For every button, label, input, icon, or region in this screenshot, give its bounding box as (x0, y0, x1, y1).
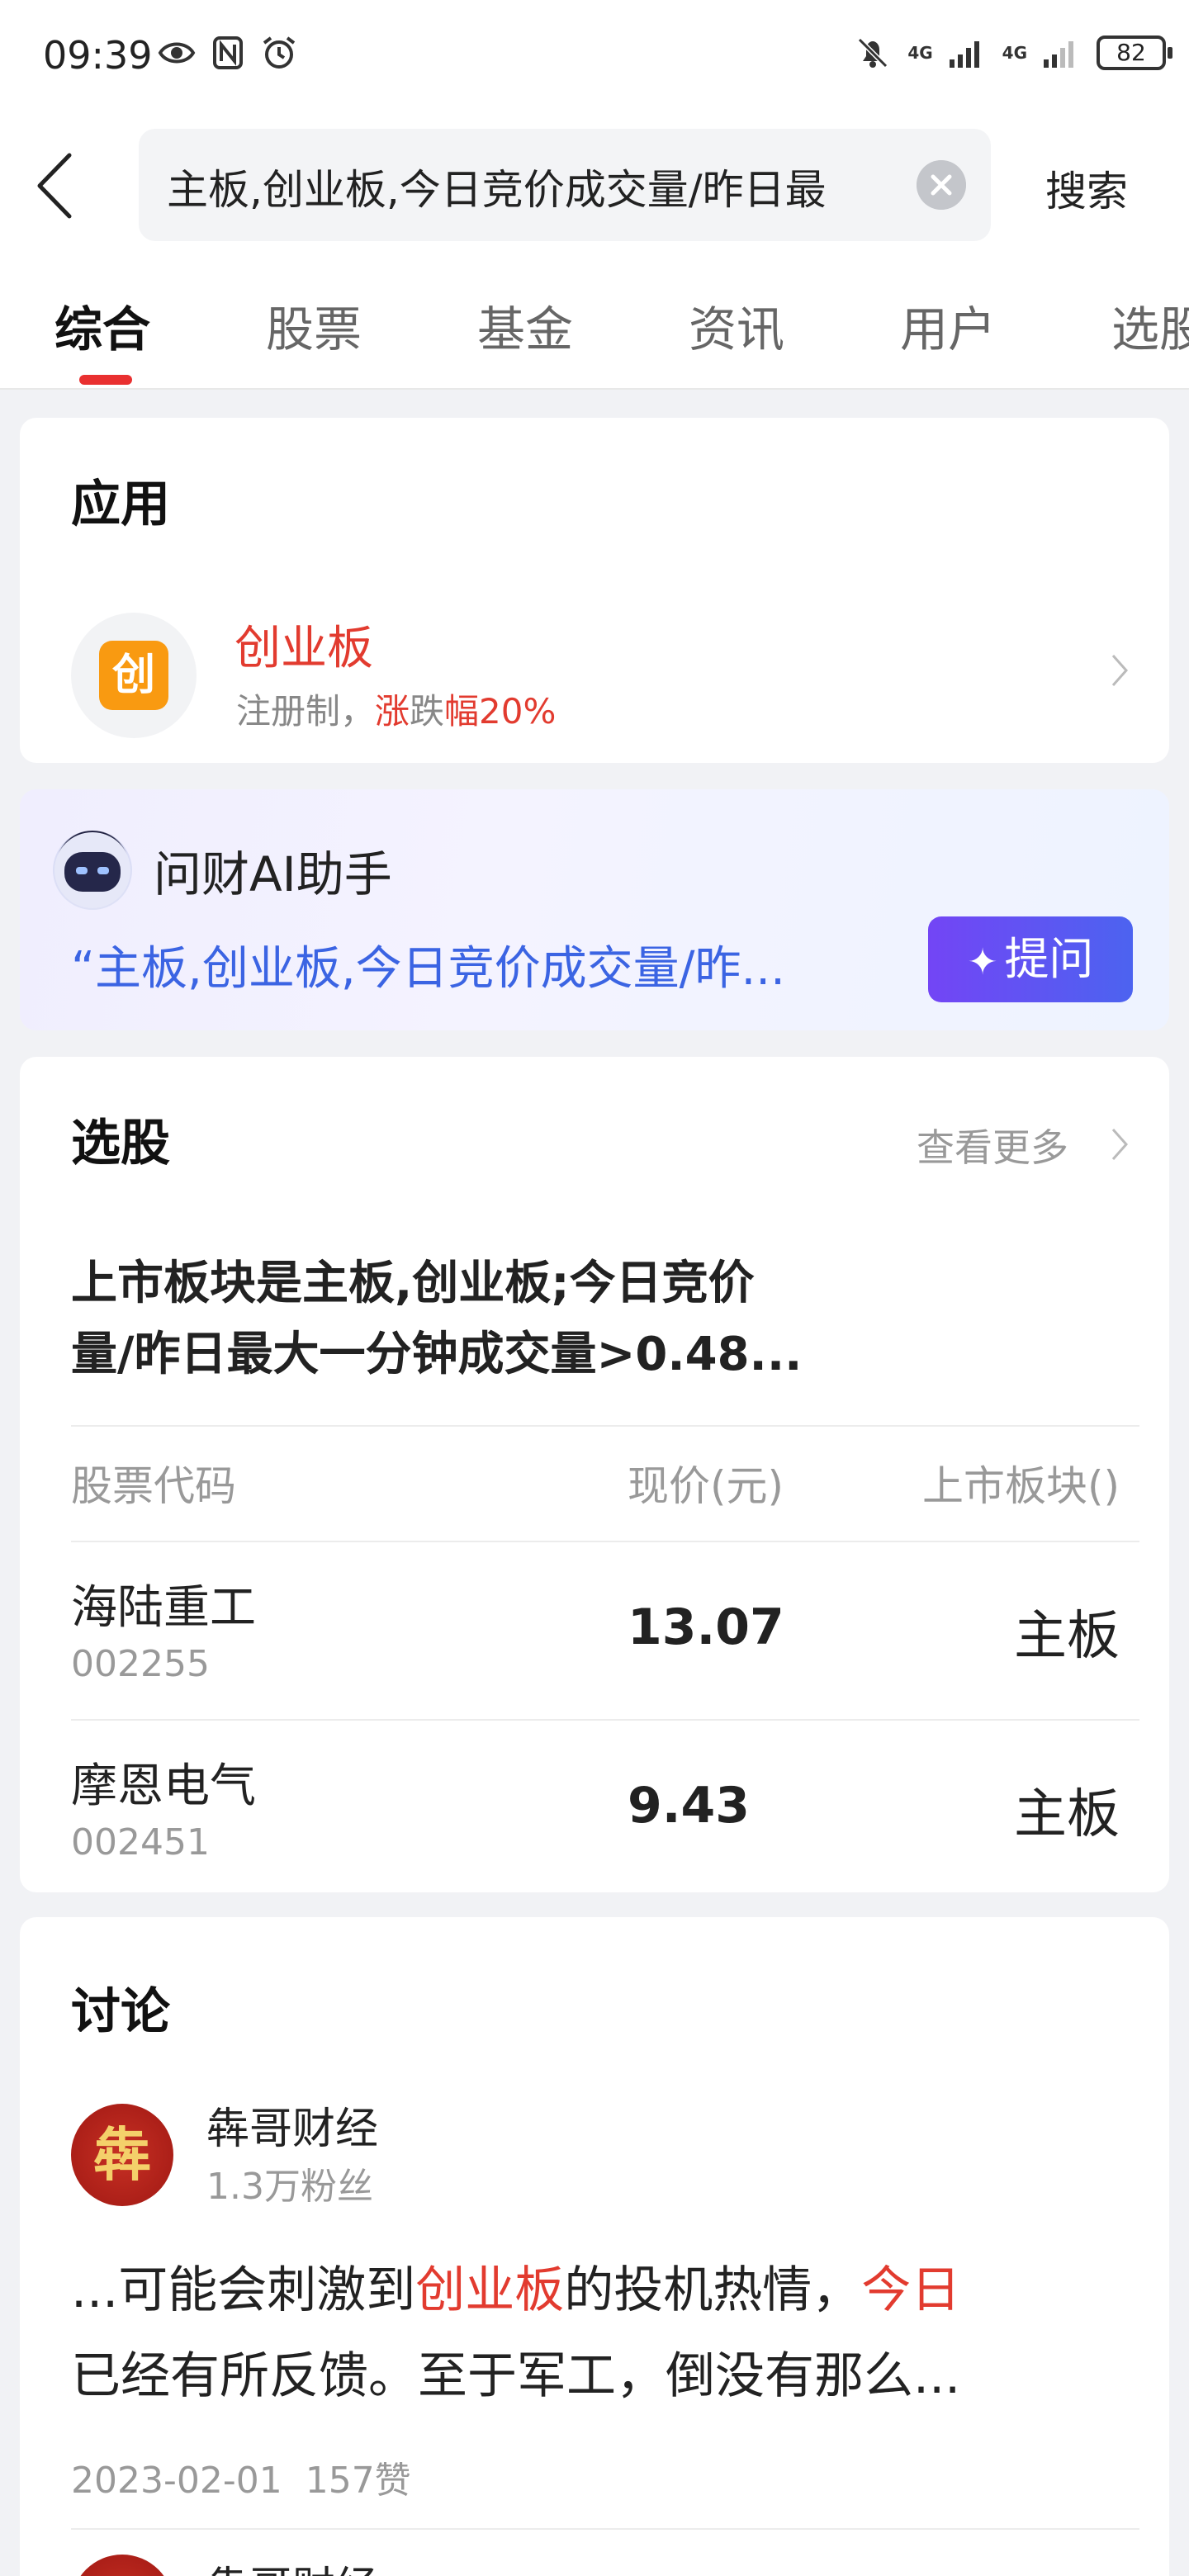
sparkle-icon: ✦ (967, 941, 998, 983)
tab-funds[interactable]: 基金 (477, 291, 573, 360)
tab-users[interactable]: 用户 (900, 291, 996, 360)
stock-query-text[interactable]: 上市板块是主板,创业板;今日竞价 量/昨日最大一分钟成交量>0.48... (71, 1248, 897, 1390)
tab-comprehensive[interactable]: 综合 (54, 291, 150, 360)
stock-pick-title: 选股 (71, 1115, 170, 1172)
author-fans-count: 1.3万粉丝 (206, 2166, 373, 2208)
discussion-title: 讨论 (71, 1983, 170, 2041)
post-text-a: ...可能会刺激到 (71, 2261, 416, 2319)
divider (71, 1425, 1139, 1427)
app-desc-suffix: 幅20% (444, 691, 557, 732)
post-date: 2023-02-01 (71, 2460, 282, 2502)
signal-icon-2 (1044, 41, 1073, 68)
app-desc-red: 涨 (375, 691, 410, 732)
author-avatar[interactable] (71, 2555, 173, 2576)
robot-icon (53, 831, 132, 910)
search-query-text[interactable]: 主板,创业板,今日竞价成交量/昨日最 (167, 157, 893, 216)
author-avatar[interactable]: 犇 (71, 2104, 173, 2206)
stock-pick-card: 选股 查看更多 上市板块是主板,创业板;今日竞价 量/昨日最大一分钟成交量>0.… (20, 1057, 1169, 1892)
post-content[interactable]: ...可能会刺激到创业板的投机热情，今日已经有所反馈。至于军工，倒没有那么... (71, 2247, 1128, 2419)
back-arrow-icon[interactable] (30, 149, 79, 223)
query-line-1: 上市板块是主板,创业板;今日竞价 (71, 1257, 755, 1310)
post-highlight-1: 创业板 (415, 2261, 565, 2319)
tab-stocks[interactable]: 股票 (266, 291, 362, 360)
post-meta: 2023-02-01 157赞 (71, 2451, 411, 2503)
discussion-card: 讨论 犇 犇哥财经 1.3万粉丝 ...可能会刺激到创业板的投机热情，今日已经有… (20, 1917, 1169, 2576)
stock-code: 002255 (71, 1643, 210, 1685)
app-desc-prefix: 注册制， (236, 691, 376, 732)
column-header-code: 股票代码 (71, 1462, 236, 1510)
tab-stock-picker[interactable]: 选股 (1111, 291, 1189, 360)
post-text-b: 的投机热情， (564, 2261, 862, 2319)
mute-bell-icon (858, 37, 888, 69)
app-desc-mid: 跌 (410, 691, 445, 732)
alarm-icon (263, 36, 296, 69)
stock-name[interactable]: 海陆重工 (71, 1570, 256, 1637)
status-bar: 09:39 4G 4G 82 (0, 0, 1189, 112)
divider (71, 1541, 1139, 1542)
view-more-link[interactable]: 查看更多 (917, 1118, 1068, 1172)
search-input[interactable]: 主板,创业板,今日竞价成交量/昨日最 (139, 129, 991, 241)
app-name[interactable]: 创业板 (234, 611, 373, 678)
app-section-title: 应用 (71, 476, 170, 533)
column-header-board: 上市板块() (921, 1462, 1120, 1510)
ai-suggested-question[interactable]: “主板,创业板,今日竞价成交量/昨... (71, 931, 888, 998)
query-line-2: 量/昨日最大一分钟成交量>0.48... (71, 1328, 803, 1381)
eye-icon (158, 42, 196, 64)
status-icons-left (157, 35, 299, 71)
post-likes: 157赞 (305, 2460, 411, 2502)
chevron-right-icon[interactable] (1106, 651, 1131, 690)
network-type-2: 4G (1002, 43, 1027, 63)
stock-code: 002451 (71, 1821, 210, 1863)
search-button[interactable]: 搜索 (1045, 159, 1128, 218)
search-header: 主板,创业板,今日竞价成交量/昨日最 搜索 (0, 112, 1189, 258)
stock-price: 13.07 (628, 1598, 784, 1656)
network-type-1: 4G (907, 43, 933, 63)
app-section-card: 应用 创 创业板 注册制，涨跌幅20% (20, 418, 1169, 763)
post-highlight-2: 今日 (861, 2261, 961, 2319)
chinext-app-icon: 创 (99, 641, 168, 710)
signal-icon (949, 41, 979, 68)
status-time: 09:39 (43, 33, 153, 78)
app-icon-background: 创 (71, 613, 197, 738)
ask-button[interactable]: ✦ 提问 (928, 916, 1133, 1002)
category-tabs: 综合 股票 基金 资讯 用户 选股 (0, 258, 1189, 390)
author-name[interactable]: 犇哥财经 (206, 2094, 378, 2156)
ai-assistant-card: 问财AI助手 “主板,创业板,今日竞价成交量/昨... ✦ 提问 (20, 789, 1169, 1030)
ai-assistant-name: 问财AI助手 (154, 846, 392, 902)
stock-price: 9.43 (628, 1777, 751, 1835)
active-tab-indicator (79, 375, 132, 385)
divider (71, 1719, 1139, 1721)
stock-name[interactable]: 摩恩电气 (71, 1749, 256, 1816)
tab-news[interactable]: 资讯 (689, 291, 784, 360)
battery-icon: 82 (1097, 36, 1172, 70)
clear-icon[interactable] (917, 160, 966, 210)
column-header-price: 现价(元) (628, 1462, 784, 1510)
stock-board: 主板 (1014, 1784, 1120, 1845)
author-name[interactable]: 犇哥财经 (206, 2553, 378, 2576)
stock-board: 主板 (1014, 1606, 1120, 1667)
post-text-c: 已经有所反馈。至于军工，倒没有那么... (71, 2347, 961, 2405)
divider (71, 2528, 1139, 2530)
ask-button-label: 提问 (1004, 933, 1094, 985)
app-description: 注册制，涨跌幅20% (236, 684, 556, 734)
status-icons-right: 4G 4G 82 (853, 35, 1172, 71)
chevron-right-icon[interactable] (1106, 1125, 1131, 1164)
nfc-icon (213, 36, 243, 69)
